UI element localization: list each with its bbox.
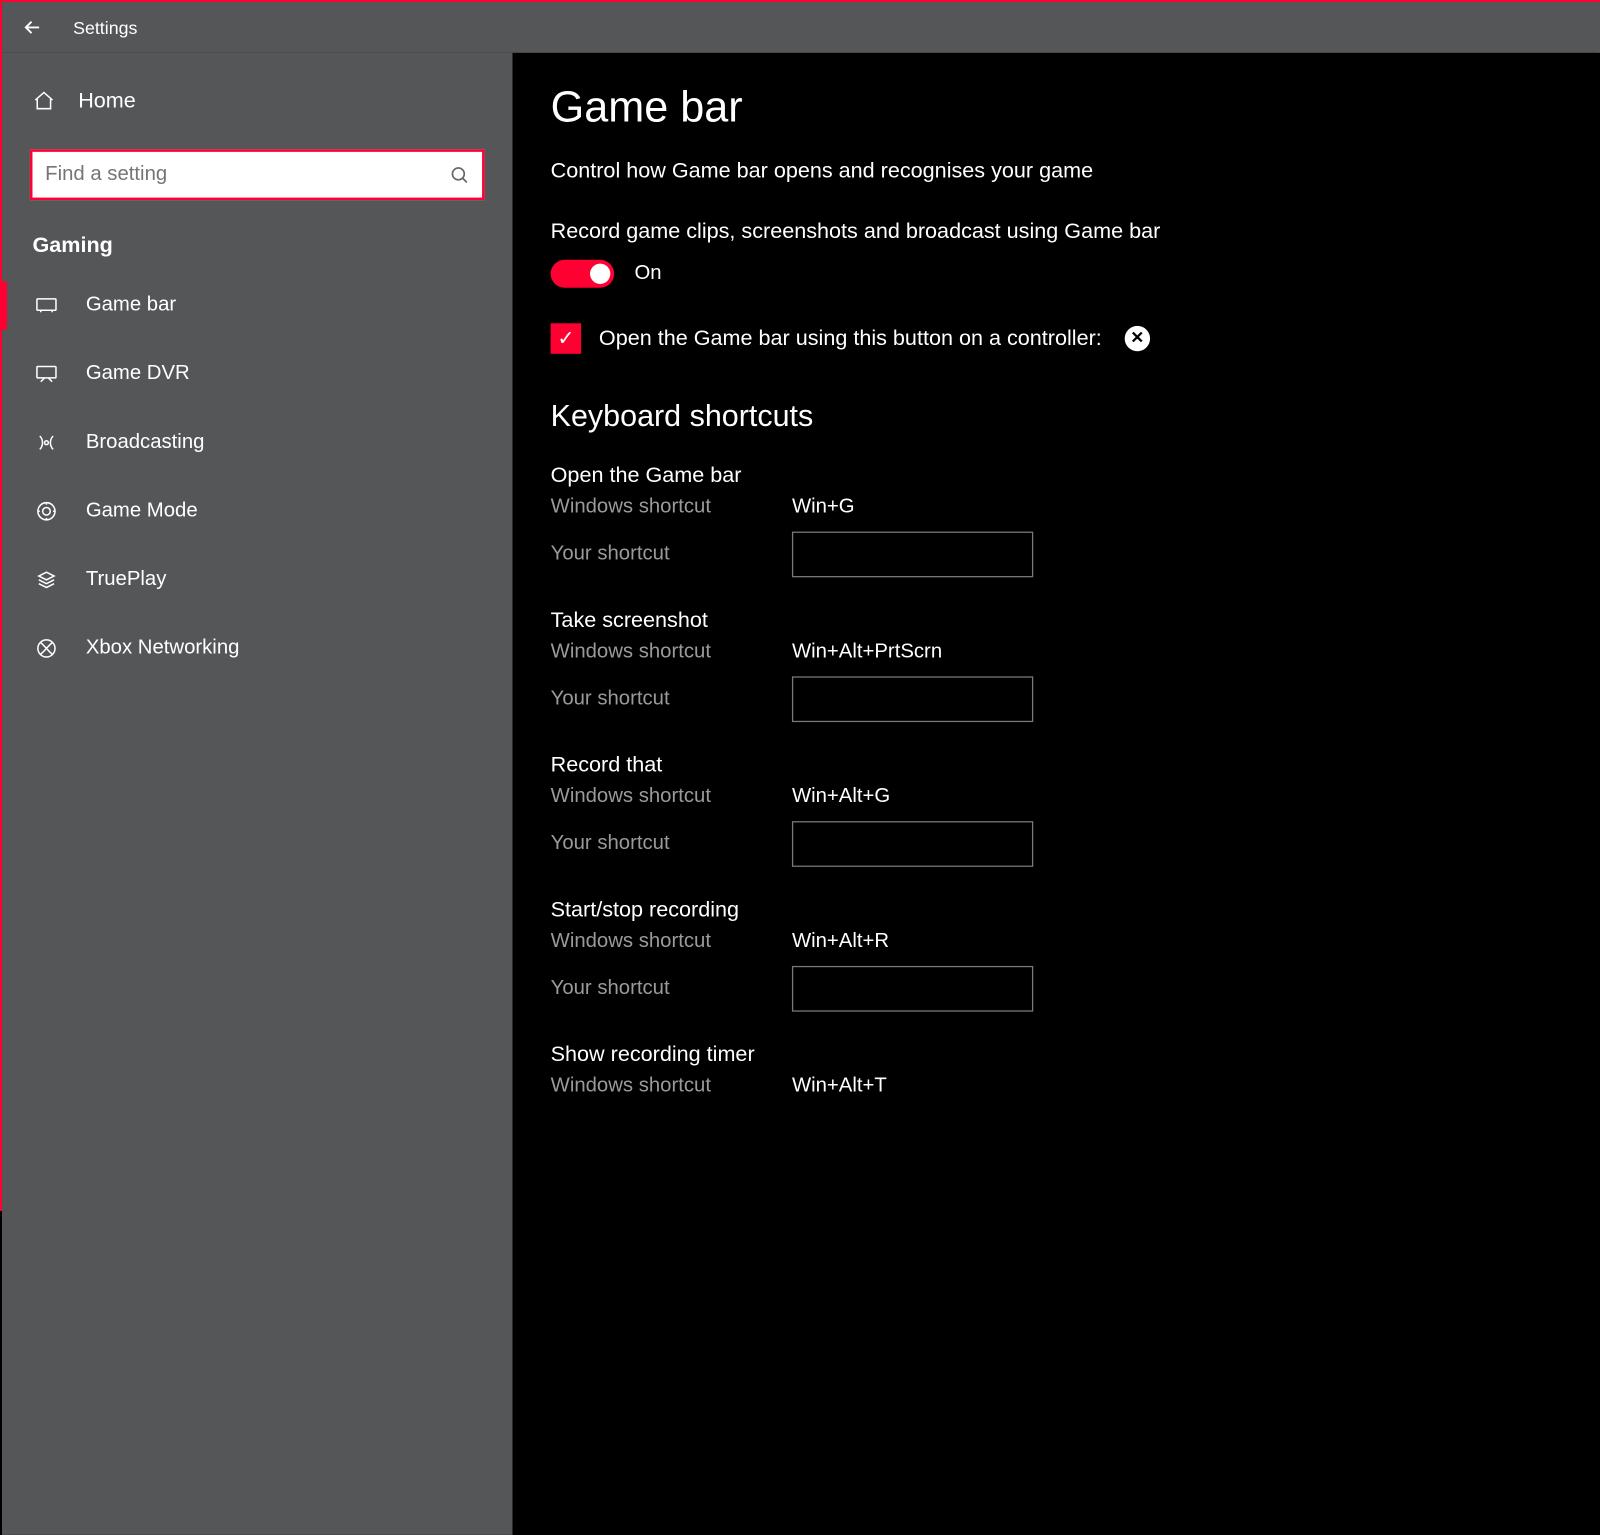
controller-checkbox-label: Open the Game bar using this button on a…	[599, 326, 1102, 351]
sidebar-item-label: TruePlay	[86, 568, 167, 591]
windows-shortcut-label: Windows shortcut	[551, 1075, 792, 1098]
page-title: Game bar	[551, 83, 1600, 133]
shortcut-take-screenshot: Take screenshot Windows shortcut Win+Alt…	[551, 608, 1600, 722]
windows-shortcut-value: Win+Alt+PrtScrn	[792, 641, 942, 664]
your-shortcut-label: Your shortcut	[551, 833, 792, 856]
sidebar-item-broadcast[interactable]: Broadcasting	[30, 413, 485, 471]
home-label: Home	[78, 88, 136, 113]
windows-shortcut-label: Windows shortcut	[551, 786, 792, 809]
your-shortcut-input[interactable]	[792, 676, 1033, 722]
shortcut-start-stop-recording: Start/stop recording Windows shortcut Wi…	[551, 897, 1600, 1011]
trueplay-icon	[35, 568, 60, 591]
controller-checkbox[interactable]: ✓	[551, 323, 581, 353]
your-shortcut-input[interactable]	[792, 532, 1033, 578]
gamedvr-icon	[35, 364, 60, 384]
windows-shortcut-value: Win+Alt+R	[792, 930, 889, 953]
shortcut-show-recording-timer: Show recording timer Windows shortcut Wi…	[551, 1042, 1600, 1098]
broadcast-icon	[35, 431, 60, 454]
sidebar-item-label: Xbox Networking	[86, 637, 240, 660]
your-shortcut-label: Your shortcut	[551, 543, 792, 566]
sidebar-item-xbox[interactable]: Xbox Networking	[30, 619, 485, 677]
shortcut-open-gamebar: Open the Game bar Windows shortcut Win+G…	[551, 463, 1600, 577]
shortcut-title: Open the Game bar	[551, 463, 1600, 488]
sidebar-item-label: Game Mode	[86, 500, 198, 523]
home-icon	[32, 90, 55, 113]
sidebar-section-title: Gaming	[30, 210, 485, 266]
sidebar-item-gamedvr[interactable]: Game DVR	[30, 345, 485, 403]
windows-shortcut-label: Windows shortcut	[551, 930, 792, 953]
shortcut-title: Show recording timer	[551, 1042, 1600, 1067]
search-icon	[449, 165, 469, 185]
sidebar-item-trueplay[interactable]: TruePlay	[30, 551, 485, 609]
windows-shortcut-value: Win+Alt+T	[792, 1075, 887, 1098]
shortcut-title: Record that	[551, 753, 1600, 778]
your-shortcut-label: Your shortcut	[551, 688, 792, 711]
sidebar-item-label: Broadcasting	[86, 431, 205, 454]
toggle-state-label: On	[634, 262, 661, 285]
sidebar-home[interactable]: Home	[30, 68, 485, 139]
shortcut-title: Start/stop recording	[551, 897, 1600, 922]
search-input[interactable]	[45, 163, 449, 186]
shortcuts-heading: Keyboard shortcuts	[551, 400, 1600, 436]
sidebar-item-gamebar[interactable]: Game bar	[30, 276, 485, 334]
record-setting-label: Record game clips, screenshots and broad…	[551, 219, 1600, 244]
sidebar-item-gamemode[interactable]: Game Mode	[30, 482, 485, 540]
back-button[interactable]	[2, 16, 63, 39]
your-shortcut-input[interactable]	[792, 821, 1033, 867]
xbox-icon	[35, 637, 60, 660]
your-shortcut-input[interactable]	[792, 966, 1033, 1012]
sidebar: Home Gaming Game bar Game DVR	[2, 53, 513, 1535]
gamemode-icon	[35, 500, 60, 523]
content-pane: Game bar Control how Game bar opens and …	[513, 53, 1600, 1535]
windows-shortcut-value: Win+Alt+G	[792, 786, 890, 809]
windows-shortcut-label: Windows shortcut	[551, 641, 792, 664]
record-toggle[interactable]	[551, 260, 615, 288]
sidebar-item-label: Game bar	[86, 294, 176, 317]
page-description: Control how Game bar opens and recognise…	[551, 158, 1600, 183]
xbox-guide-icon	[1125, 326, 1150, 351]
windows-shortcut-value: Win+G	[792, 496, 855, 519]
shortcut-record-that: Record that Windows shortcut Win+Alt+G Y…	[551, 753, 1600, 867]
sidebar-item-label: Game DVR	[86, 363, 190, 386]
gamebar-icon	[35, 297, 60, 315]
titlebar: Settings ─ ✕	[2, 2, 1600, 53]
search-box[interactable]	[30, 149, 485, 200]
your-shortcut-label: Your shortcut	[551, 977, 792, 1000]
shortcut-title: Take screenshot	[551, 608, 1600, 633]
windows-shortcut-label: Windows shortcut	[551, 496, 792, 519]
app-title: Settings	[73, 17, 137, 37]
